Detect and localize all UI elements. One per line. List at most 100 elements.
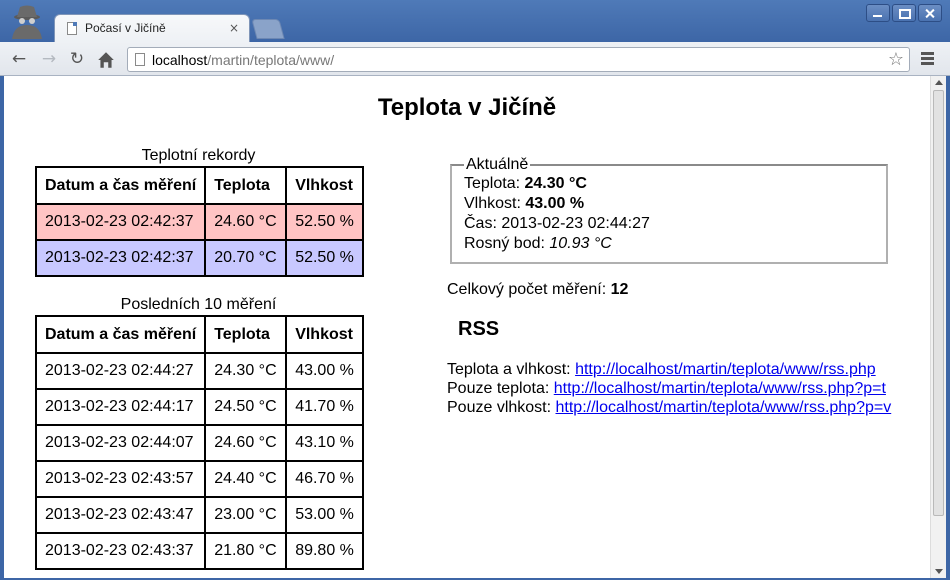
incognito-icon xyxy=(12,5,42,39)
current-time: Čas: 2013-02-23 02:44:27 xyxy=(464,214,874,234)
vertical-scrollbar[interactable] xyxy=(930,76,946,578)
table-cell: 52.50 % xyxy=(285,239,364,277)
current-dew-point: Rosný bod: 10.93 °C xyxy=(464,234,874,254)
table-cell: 24.50 °C xyxy=(204,388,288,426)
menu-icon[interactable] xyxy=(921,49,935,69)
total-measurements-value: 12 xyxy=(610,281,629,298)
current-dew-point-value: 10.93 °C xyxy=(549,235,612,252)
table-cell: 41.70 % xyxy=(285,388,364,426)
new-tab-button[interactable] xyxy=(251,19,285,39)
column-header-temperature: Teplota xyxy=(204,315,288,354)
current-legend: Aktuálně xyxy=(466,156,529,173)
records-caption: Teplotní rekordy xyxy=(141,147,256,164)
table-header-row: Datum a čas měření Teplota Vlhkost xyxy=(34,166,364,205)
table-row: 2013-02-23 02:44:17 24.50 °C 41.70 % xyxy=(34,388,364,426)
rss-heading: RSS xyxy=(458,318,500,340)
table-row: 2013-02-23 02:43:37 21.80 °C 89.80 % xyxy=(34,532,364,570)
page-viewport: Teplota v Jičíně Teplotní rekordy Datum … xyxy=(4,76,930,578)
records-table: Datum a čas měření Teplota Vlhkost 2013-… xyxy=(34,166,364,277)
bookmark-star-icon[interactable]: ☆ xyxy=(888,49,904,70)
reload-icon[interactable]: ↻ xyxy=(67,49,87,69)
page-icon xyxy=(135,53,145,66)
rss-links: Teplota a vlhkost: http://localhost/mart… xyxy=(447,360,891,417)
url-host: localhost xyxy=(152,52,208,68)
scroll-up-arrow-icon[interactable] xyxy=(935,80,943,85)
column-header-datetime: Datum a čas měření xyxy=(34,315,207,354)
record-min-row: 2013-02-23 02:42:37 20.70 °C 52.50 % xyxy=(34,239,364,277)
forward-arrow-icon[interactable]: → xyxy=(39,49,59,69)
table-row: 2013-02-23 02:44:27 24.30 °C 43.00 % xyxy=(34,352,364,390)
current-humidity-value: 43.00 % xyxy=(525,195,585,212)
scrollbar-thumb[interactable] xyxy=(933,90,944,516)
rss-line-temp-humidity: Teplota a vlhkost: http://localhost/mart… xyxy=(447,360,891,379)
table-cell: 43.10 % xyxy=(285,424,364,462)
back-arrow-icon[interactable]: ← xyxy=(9,49,29,69)
column-header-datetime: Datum a čas měření xyxy=(34,166,207,205)
table-row: 2013-02-23 02:44:07 24.60 °C 43.10 % xyxy=(34,424,364,462)
url-path: /martin/teplota/www/ xyxy=(207,52,335,68)
current-humidity-label: Vlhkost: xyxy=(464,195,526,212)
scroll-down-arrow-icon[interactable] xyxy=(935,569,943,574)
table-cell: 23.00 °C xyxy=(204,496,288,534)
current-time-label: Čas: xyxy=(464,215,502,232)
tab-title: Počasí v Jičíně xyxy=(85,21,166,35)
column-header-humidity: Vlhkost xyxy=(285,166,364,205)
rss-link-label: Pouze vlhkost: xyxy=(447,399,556,416)
rss-link-temp-only[interactable]: http://localhost/martin/teplota/www/rss.… xyxy=(554,380,886,397)
table-cell: 53.00 % xyxy=(285,496,364,534)
table-cell: 43.00 % xyxy=(285,352,364,390)
rss-link-label: Teplota a vlhkost: xyxy=(447,361,576,378)
table-cell: 24.60 °C xyxy=(204,424,288,462)
home-icon[interactable] xyxy=(96,50,116,70)
rss-link-temp-humidity[interactable]: http://localhost/martin/teplota/www/rss.… xyxy=(575,361,876,378)
current-conditions-panel: Aktuálně Teplota: 24.30 °C Vlhkost: 43.0… xyxy=(450,156,888,264)
address-bar[interactable]: localhost/martin/teplota/www/ ☆ xyxy=(127,47,910,72)
current-temperature-label: Teplota: xyxy=(464,175,525,192)
table-cell: 2013-02-23 02:43:37 xyxy=(34,532,207,570)
browser-tab[interactable]: Počasí v Jičíně × xyxy=(54,14,250,42)
table-cell: 46.70 % xyxy=(285,460,364,498)
table-cell: 52.50 % xyxy=(285,203,364,241)
table-header-row: Datum a čas měření Teplota Vlhkost xyxy=(34,315,364,354)
table-cell: 2013-02-23 02:44:27 xyxy=(34,352,207,390)
page-favicon-icon xyxy=(67,22,77,35)
table-cell: 89.80 % xyxy=(285,532,364,570)
table-cell: 24.60 °C xyxy=(204,203,288,241)
page-title: Teplota v Jičíně xyxy=(377,94,557,121)
current-time-value: 2013-02-23 02:44:27 xyxy=(501,215,650,232)
current-temperature: Teplota: 24.30 °C xyxy=(464,174,874,194)
minimize-button[interactable] xyxy=(866,4,890,22)
current-humidity: Vlhkost: 43.00 % xyxy=(464,194,874,214)
column-header-temperature: Teplota xyxy=(204,166,288,205)
table-cell: 2013-02-23 02:44:07 xyxy=(34,424,207,462)
rss-link-label: Pouze teplota: xyxy=(447,380,554,397)
current-dew-point-label: Rosný bod: xyxy=(464,235,550,252)
window-controls xyxy=(866,4,942,22)
rss-line-temp-only: Pouze teplota: http://localhost/martin/t… xyxy=(447,379,891,398)
current-temperature-value: 24.30 °C xyxy=(524,175,587,192)
tab-close-icon[interactable]: × xyxy=(229,21,239,35)
url-text[interactable]: localhost/martin/teplota/www/ xyxy=(152,52,334,68)
rss-link-humidity-only[interactable]: http://localhost/martin/teplota/www/rss.… xyxy=(556,399,892,416)
window-titlebar: Počasí v Jičíně × xyxy=(0,0,950,42)
column-header-humidity: Vlhkost xyxy=(285,315,364,354)
window-frame-right xyxy=(946,76,950,580)
table-cell: 21.80 °C xyxy=(204,532,288,570)
table-cell: 2013-02-23 02:44:17 xyxy=(34,388,207,426)
record-max-row: 2013-02-23 02:42:37 24.60 °C 52.50 % xyxy=(34,203,364,241)
table-cell: 2013-02-23 02:42:37 xyxy=(34,239,207,277)
table-cell: 24.40 °C xyxy=(204,460,288,498)
total-measurements-label: Celkový počet měření: xyxy=(447,281,611,298)
last10-table: Datum a čas měření Teplota Vlhkost 2013-… xyxy=(34,315,364,570)
table-row: 2013-02-23 02:43:57 24.40 °C 46.70 % xyxy=(34,460,364,498)
close-window-button[interactable] xyxy=(918,4,942,22)
browser-toolbar: ← → ↻ localhost/martin/teplota/www/ ☆ xyxy=(0,42,950,76)
table-cell: 2013-02-23 02:43:47 xyxy=(34,496,207,534)
total-measurements: Celkový počet měření: 12 xyxy=(447,281,628,299)
table-cell: 20.70 °C xyxy=(204,239,288,277)
rss-line-humidity-only: Pouze vlhkost: http://localhost/martin/t… xyxy=(447,398,891,417)
maximize-button[interactable] xyxy=(892,4,916,22)
table-cell: 2013-02-23 02:43:57 xyxy=(34,460,207,498)
table-cell: 24.30 °C xyxy=(204,352,288,390)
last10-caption: Posledních 10 měření xyxy=(120,296,277,313)
